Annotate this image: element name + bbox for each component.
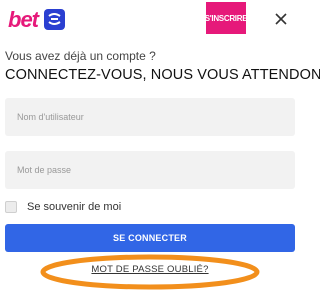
register-button[interactable]: S'INSCRIRE — [205, 2, 248, 34]
login-button[interactable]: SE CONNECTER — [5, 224, 295, 252]
brand-logo[interactable]: bet — [8, 6, 70, 34]
remember-me-toggle[interactable]: Se souvenir de moi — [5, 200, 121, 214]
remember-me-checkbox[interactable] — [5, 201, 17, 213]
login-title: CONNECTEZ-VOUS, NOUS VOUS ATTENDONS — [5, 67, 320, 83]
password-input[interactable] — [5, 151, 295, 189]
logo-text: bet — [8, 7, 39, 32]
username-input[interactable] — [5, 98, 295, 136]
close-icon[interactable] — [268, 6, 294, 32]
logo-badge-icon — [44, 9, 65, 30]
header: bet S'INSCRIRE — [0, 0, 300, 42]
remember-me-label: Se souvenir de moi — [27, 201, 122, 213]
forgot-password-link[interactable]: MOT DE PASSE OUBLIÉ? — [0, 264, 300, 275]
login-subtitle: Vous avez déjà un compte ? — [5, 49, 156, 63]
